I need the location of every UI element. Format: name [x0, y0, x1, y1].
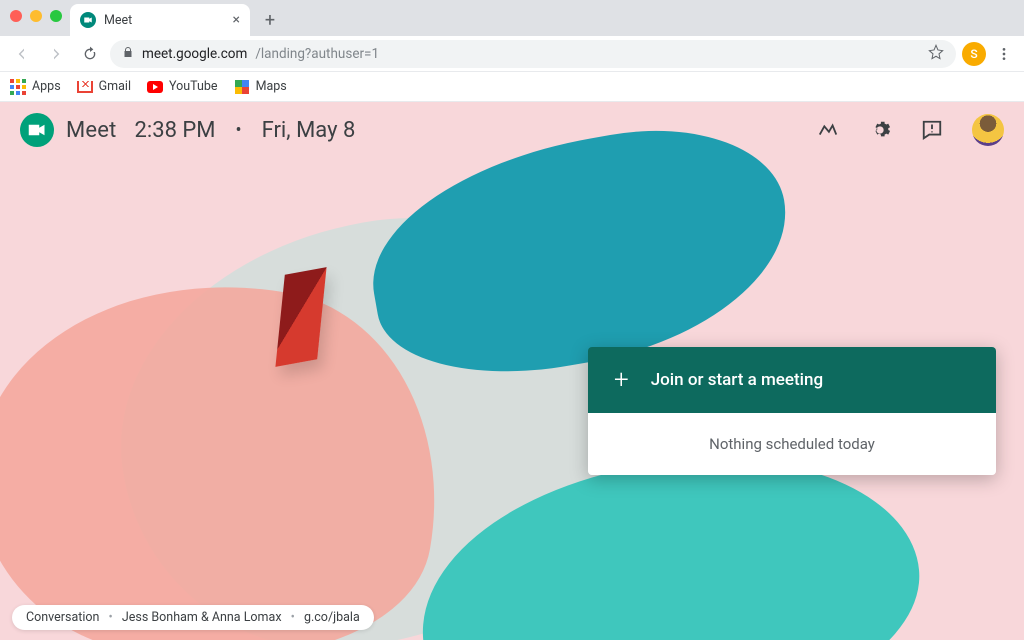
window-fullscreen-button[interactable]	[50, 10, 62, 22]
feedback-icon[interactable]	[920, 118, 944, 142]
tab-title: Meet	[104, 13, 225, 28]
attribution-sep: •	[109, 610, 113, 625]
bookmark-star-icon[interactable]	[928, 44, 944, 64]
browser-menu-button[interactable]	[992, 46, 1016, 62]
new-tab-button[interactable]: +	[256, 6, 284, 34]
tab-close-icon[interactable]: ×	[233, 12, 240, 28]
browser-tab[interactable]: Meet ×	[70, 4, 250, 36]
plus-icon: +	[614, 367, 629, 393]
bookmark-gmail[interactable]: Gmail	[77, 79, 131, 95]
bookmark-label: Maps	[256, 79, 287, 94]
youtube-icon	[147, 79, 163, 95]
back-button[interactable]	[8, 40, 36, 68]
attribution-artists: Jess Bonham & Anna Lomax	[122, 610, 282, 625]
browser-profile-avatar[interactable]: S	[962, 42, 986, 66]
reload-button[interactable]	[76, 40, 104, 68]
product-name: Meet	[66, 118, 117, 143]
app-header: Meet 2:38 PM • Fri, May 8	[0, 102, 1024, 158]
current-time: 2:38 PM	[135, 118, 216, 143]
window-controls	[10, 10, 62, 22]
empty-state-text: Nothing scheduled today	[709, 435, 875, 453]
bookmark-maps[interactable]: Maps	[234, 79, 287, 95]
window-close-button[interactable]	[10, 10, 22, 22]
settings-icon[interactable]	[868, 118, 892, 142]
join-start-meeting-button[interactable]: + Join or start a meeting	[588, 347, 996, 413]
bookmark-youtube[interactable]: YouTube	[147, 79, 218, 95]
bookmark-apps[interactable]: Apps	[10, 79, 61, 95]
url-host: meet.google.com	[142, 46, 247, 62]
window-minimize-button[interactable]	[30, 10, 42, 22]
url-path: /landing?authuser=1	[255, 46, 379, 62]
bookmark-label: Apps	[32, 79, 61, 94]
browser-window: Meet × + meet.google.com/landing?authuse…	[0, 0, 1024, 640]
bookmark-label: YouTube	[169, 79, 218, 94]
tab-strip: Meet × +	[0, 0, 1024, 36]
cta-label: Join or start a meeting	[651, 370, 823, 390]
apps-grid-icon	[10, 79, 26, 95]
artwork-attribution[interactable]: Conversation • Jess Bonham & Anna Lomax …	[12, 605, 374, 630]
meet-favicon-icon	[80, 12, 96, 28]
attribution-label: Conversation	[26, 610, 99, 625]
attribution-link: g.co/jbala	[304, 610, 360, 625]
lock-icon	[122, 46, 134, 62]
forward-button[interactable]	[42, 40, 70, 68]
user-avatar[interactable]	[972, 114, 1004, 146]
maps-icon	[234, 79, 250, 95]
bookmarks-bar: Apps Gmail YouTube Maps	[0, 72, 1024, 102]
schedule-empty-state: Nothing scheduled today	[588, 413, 996, 475]
app-viewport: Meet 2:38 PM • Fri, May 8 + Join	[0, 102, 1024, 640]
address-bar: meet.google.com/landing?authuser=1 S	[0, 36, 1024, 72]
gmail-icon	[77, 79, 93, 95]
attribution-sep: •	[291, 610, 295, 625]
meeting-card: + Join or start a meeting Nothing schedu…	[588, 347, 996, 475]
omnibox[interactable]: meet.google.com/landing?authuser=1	[110, 40, 956, 68]
meet-logo-icon	[20, 113, 54, 147]
header-separator: •	[236, 120, 242, 141]
quality-icon[interactable]	[816, 118, 840, 142]
bookmark-label: Gmail	[99, 79, 131, 94]
current-date: Fri, May 8	[262, 118, 356, 143]
